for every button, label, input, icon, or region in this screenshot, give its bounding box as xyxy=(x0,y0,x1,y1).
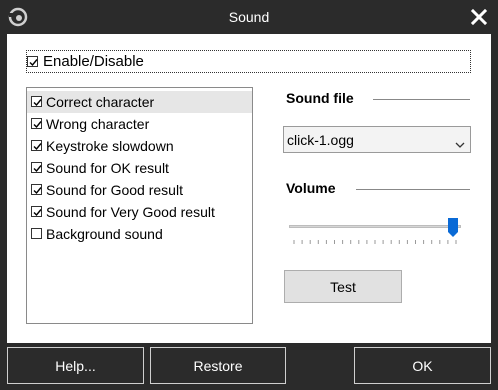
enable-disable-label: Enable/Disable xyxy=(43,53,144,70)
list-item-ok-result[interactable]: Sound for OK result xyxy=(27,157,252,179)
list-item-background-sound[interactable]: Background sound xyxy=(27,223,252,245)
close-icon[interactable] xyxy=(468,6,490,28)
test-button-label: Test xyxy=(330,279,356,295)
volume-heading: Volume xyxy=(286,180,336,196)
list-item-label: Background sound xyxy=(46,226,163,242)
checkbox-checked-icon xyxy=(31,206,42,217)
dialog-body: Enable/Disable Correct character Wrong c… xyxy=(7,34,491,343)
title-bar: Sound xyxy=(0,0,498,34)
list-item-correct-character[interactable]: Correct character xyxy=(27,91,252,113)
list-item-wrong-character[interactable]: Wrong character xyxy=(27,113,252,135)
help-button[interactable]: Help... xyxy=(7,347,144,384)
list-item-very-good-result[interactable]: Sound for Very Good result xyxy=(27,201,252,223)
test-button[interactable]: Test xyxy=(284,270,402,303)
sound-file-value: click-1.ogg xyxy=(287,132,354,148)
checkbox-checked-icon xyxy=(31,184,42,195)
sound-dialog: Sound Enable/Disable Correct character W… xyxy=(0,0,498,390)
checkbox-checked-icon xyxy=(27,56,38,67)
restore-button-label: Restore xyxy=(193,358,243,374)
sound-file-heading: Sound file xyxy=(286,90,354,106)
ok-button[interactable]: OK xyxy=(354,347,491,384)
checkbox-checked-icon xyxy=(31,140,42,151)
help-button-label: Help... xyxy=(55,358,96,374)
ok-button-label: OK xyxy=(412,358,433,374)
slider-track xyxy=(289,225,461,228)
list-item-label: Sound for Good result xyxy=(46,182,183,198)
sound-file-divider xyxy=(373,99,470,100)
sound-events-list[interactable]: Correct character Wrong character Keystr… xyxy=(26,87,253,324)
list-item-keystroke-slowdown[interactable]: Keystroke slowdown xyxy=(27,135,252,157)
slider-ticks xyxy=(293,240,457,244)
checkbox-checked-icon xyxy=(31,96,42,107)
volume-slider[interactable] xyxy=(289,214,461,248)
enable-disable-checkbox[interactable]: Enable/Disable xyxy=(26,50,471,73)
list-item-label: Sound for OK result xyxy=(46,160,169,176)
sound-file-select[interactable]: click-1.ogg xyxy=(283,126,471,153)
window-title: Sound xyxy=(228,9,270,25)
checkbox-checked-icon xyxy=(31,118,42,129)
slider-thumb[interactable] xyxy=(448,218,458,238)
list-item-label: Keystroke slowdown xyxy=(46,138,174,154)
checkbox-unchecked-icon xyxy=(31,228,42,239)
volume-divider xyxy=(356,189,470,190)
restore-button[interactable]: Restore xyxy=(150,347,286,384)
list-item-good-result[interactable]: Sound for Good result xyxy=(27,179,252,201)
checkbox-checked-icon xyxy=(31,162,42,173)
list-item-label: Sound for Very Good result xyxy=(46,204,215,220)
list-item-label: Correct character xyxy=(46,94,155,110)
list-item-label: Wrong character xyxy=(46,116,150,132)
chevron-down-icon xyxy=(455,136,465,154)
